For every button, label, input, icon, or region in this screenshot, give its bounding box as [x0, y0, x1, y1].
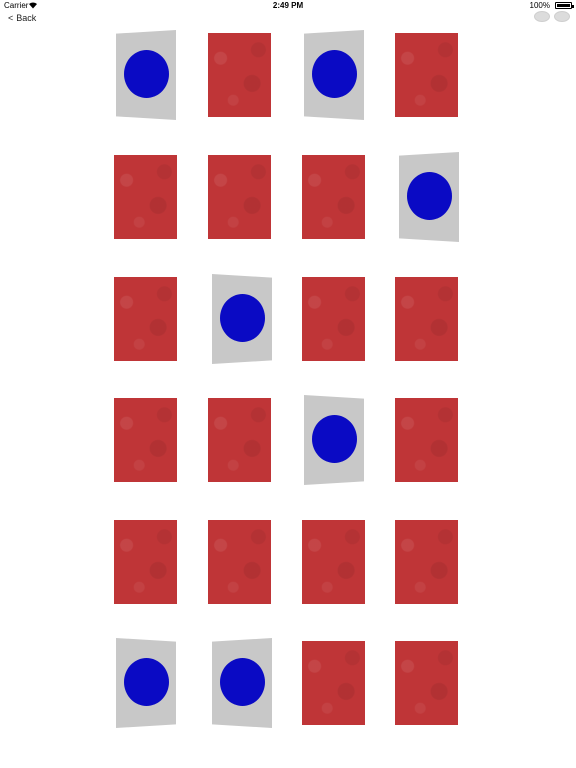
- card-face-down[interactable]: [395, 520, 458, 604]
- card-front: [212, 274, 272, 364]
- blue-circle-icon: [312, 50, 357, 98]
- cloud-icon[interactable]: [554, 11, 570, 22]
- battery-icon: [555, 2, 574, 9]
- card-front: [304, 30, 364, 120]
- clock: 2:49 PM: [272, 1, 304, 10]
- card-face-down[interactable]: [208, 33, 271, 117]
- top-right-controls: [534, 11, 570, 22]
- card-face-up[interactable]: [302, 30, 365, 120]
- card-front: [116, 30, 176, 120]
- blue-circle-icon: [220, 294, 265, 342]
- card-front: [116, 638, 176, 728]
- card-back: [114, 398, 177, 482]
- back-label: Back: [16, 13, 37, 23]
- card-face-down[interactable]: [208, 398, 271, 482]
- card-back: [395, 641, 458, 725]
- cloud-icon[interactable]: [534, 11, 550, 22]
- back-button[interactable]: < Back: [8, 13, 36, 23]
- card-back: [395, 398, 458, 482]
- blue-circle-icon: [312, 415, 357, 463]
- card-back: [302, 155, 365, 239]
- card-face-down[interactable]: [302, 641, 365, 725]
- card-back: [395, 520, 458, 604]
- battery-percent: 100%: [529, 1, 550, 10]
- status-bar: Carrier 2:49 PM 100%: [0, 0, 576, 12]
- blue-circle-icon: [220, 658, 265, 706]
- card-back: [208, 33, 271, 117]
- card-back: [208, 155, 271, 239]
- card-back: [395, 277, 458, 361]
- blue-circle-icon: [124, 50, 169, 98]
- card-back: [395, 33, 458, 117]
- card-back: [302, 520, 365, 604]
- card-back: [114, 520, 177, 604]
- card-face-down[interactable]: [395, 641, 458, 725]
- card-face-down[interactable]: [395, 33, 458, 117]
- card-front: [212, 638, 272, 728]
- card-back: [302, 277, 365, 361]
- card-face-up[interactable]: [395, 152, 459, 242]
- card-face-down[interactable]: [302, 155, 365, 239]
- card-face-down[interactable]: [114, 277, 177, 361]
- card-front: [399, 152, 459, 242]
- card-face-up[interactable]: [208, 638, 272, 728]
- card-face-down[interactable]: [208, 520, 271, 604]
- card-face-up[interactable]: [302, 395, 365, 485]
- chevron-left-icon: <: [8, 13, 14, 23]
- card-face-down[interactable]: [208, 155, 271, 239]
- card-face-down[interactable]: [114, 155, 177, 239]
- card-face-up[interactable]: [114, 30, 177, 120]
- card-back: [114, 277, 177, 361]
- blue-circle-icon: [124, 658, 169, 706]
- card-face-down[interactable]: [114, 398, 177, 482]
- card-back: [208, 398, 271, 482]
- card-face-up[interactable]: [114, 638, 177, 728]
- card-face-down[interactable]: [395, 398, 458, 482]
- card-face-down[interactable]: [302, 277, 365, 361]
- card-face-up[interactable]: [208, 274, 272, 364]
- card-back: [208, 520, 271, 604]
- card-face-down[interactable]: [114, 520, 177, 604]
- blue-circle-icon: [407, 172, 452, 220]
- card-back: [302, 641, 365, 725]
- card-face-down[interactable]: [395, 277, 458, 361]
- card-front: [304, 395, 364, 485]
- card-back: [114, 155, 177, 239]
- card-face-down[interactable]: [302, 520, 365, 604]
